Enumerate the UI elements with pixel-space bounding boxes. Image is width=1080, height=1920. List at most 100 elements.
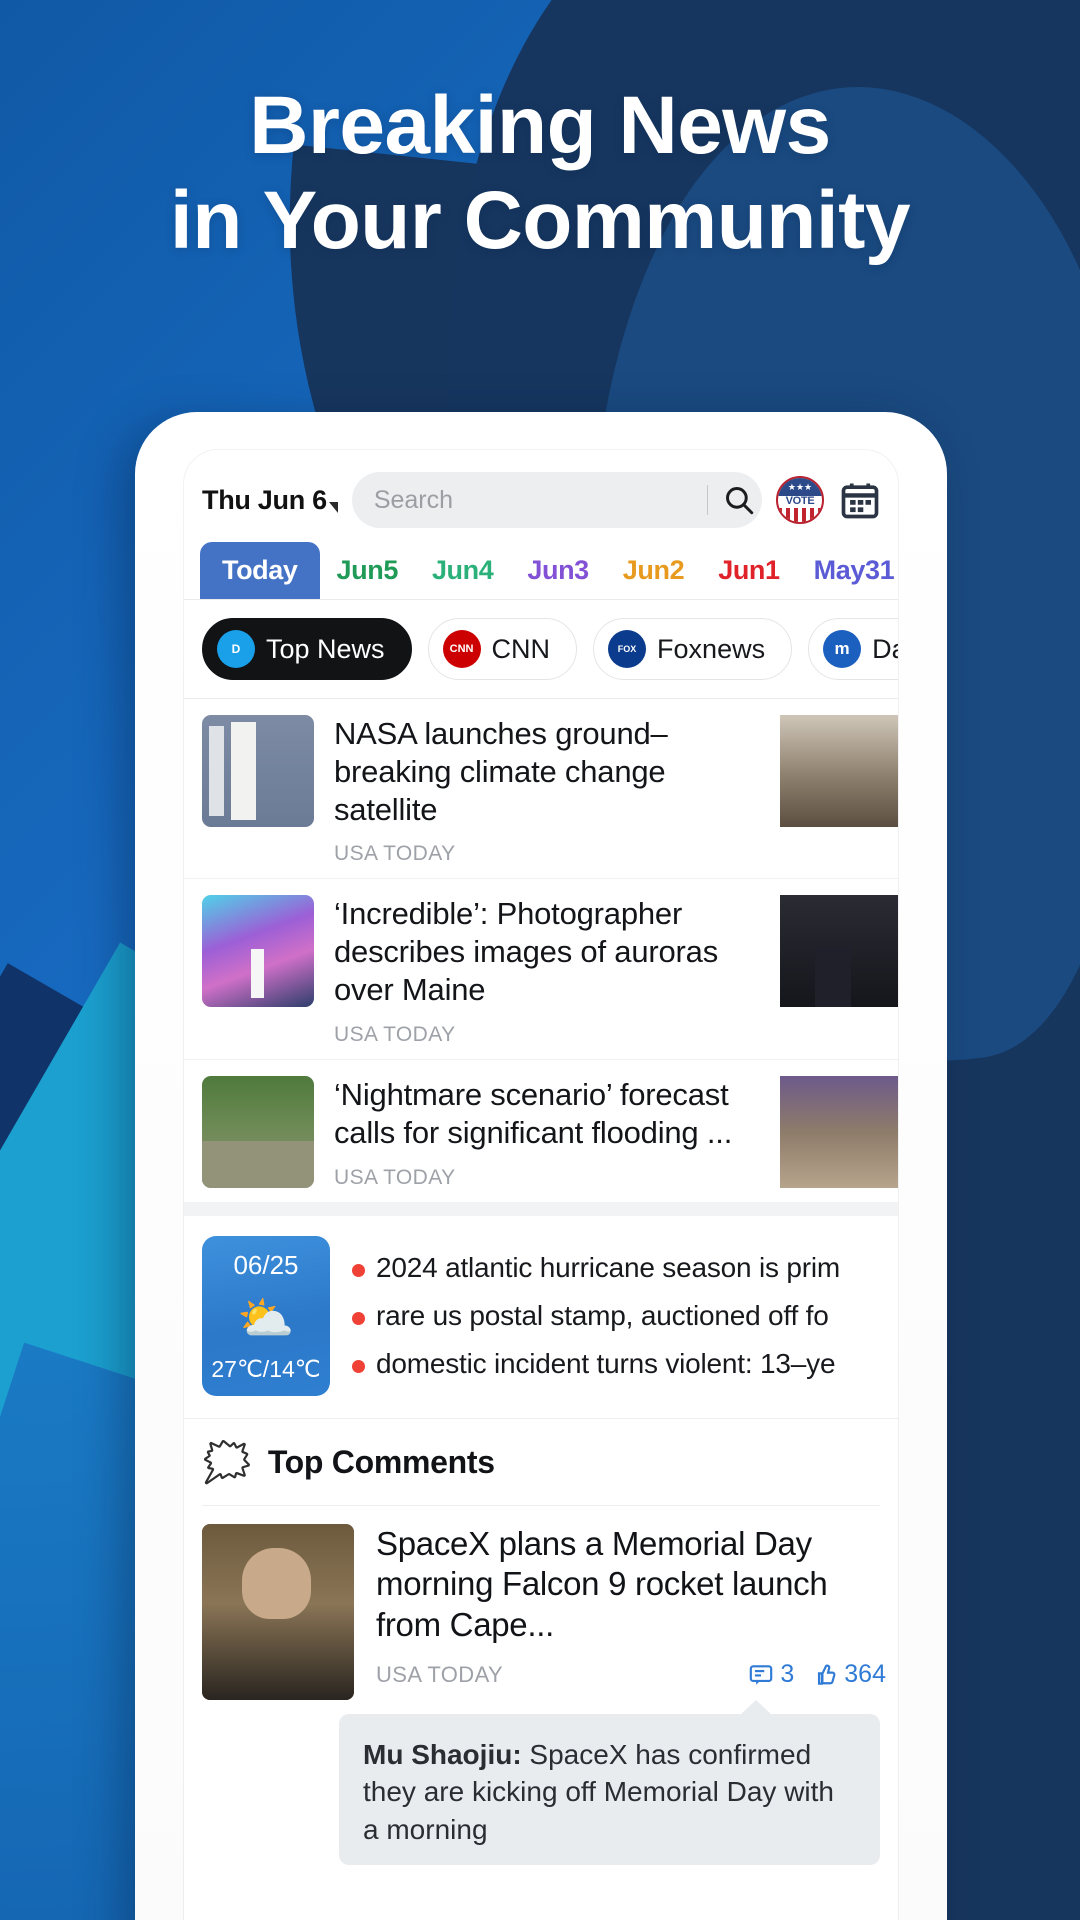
hero-headline: Breaking News in Your Community (0, 78, 1080, 268)
top-comment-quote[interactable]: Mu Shaojiu: SpaceX has confirmed they ar… (339, 1699, 880, 1865)
weather-headline-item[interactable]: rare us postal stamp, auctioned off fo (352, 1292, 898, 1340)
search-input[interactable]: Search (374, 486, 703, 515)
comment-article-title: SpaceX plans a Memorial Day morning Falc… (376, 1524, 828, 1644)
date-tab-jun1[interactable]: Jun1 (701, 544, 796, 597)
flooded-street-photo (202, 1075, 314, 1188)
speech-bubble-flame-icon: 🗯️ (202, 1440, 252, 1485)
source-chip-foxnews[interactable]: FOX Foxnews (593, 618, 793, 680)
date-tab-may31[interactable]: May31 (797, 544, 898, 597)
news-item[interactable]: ‘Incredible’: Photographer describes ima… (184, 878, 898, 1058)
source-chip-top-news[interactable]: D Top News (202, 618, 412, 680)
news-side-thumbnail (780, 895, 898, 1008)
date-selector-button[interactable]: Thu Jun 6 (202, 485, 338, 516)
app-screen: Thu Jun 6 Search ★★★ VOTE Today Jun5 Jun… (184, 450, 898, 1920)
weather-headline-list: 2024 atlantic hurricane season is prim ra… (352, 1244, 898, 1388)
comment-author: Mu Shaojiu: (363, 1738, 522, 1770)
section-divider-band (184, 1201, 898, 1216)
thumbs-up-icon (818, 1664, 836, 1685)
news-body: NASA launches ground–breaking climate ch… (334, 715, 760, 866)
vote-badge-top: ★★★ (778, 478, 822, 497)
weather-temperature: 27℃/14℃ (211, 1355, 321, 1382)
news-source: USA TODAY (334, 1165, 456, 1189)
calendar-icon[interactable] (838, 478, 882, 522)
search-divider (707, 485, 708, 515)
sun-behind-cloud-icon: ⛅ (237, 1292, 295, 1344)
source-chip-daily-m[interactable]: m Daily M (808, 618, 898, 680)
date-tab-jun4[interactable]: Jun4 (415, 544, 510, 597)
app-topbar: Thu Jun 6 Search ★★★ VOTE (184, 450, 898, 538)
phone-mockup: Thu Jun 6 Search ★★★ VOTE Today Jun5 Jun… (135, 412, 947, 1920)
search-bar[interactable]: Search (351, 472, 762, 528)
cnn-logo-icon: CNN (442, 630, 481, 668)
top-comments-header: 🗯️ Top Comments (184, 1419, 898, 1505)
top-comments-title: Top Comments (267, 1444, 495, 1480)
weather-card[interactable]: 06/25 ⛅ 27℃/14℃ (202, 1235, 330, 1396)
top-comment-article[interactable]: SpaceX plans a Memorial Day morning Falc… (184, 1506, 898, 1700)
news-item[interactable]: ‘Nightmare scenario’ forecast calls for … (184, 1058, 898, 1202)
date-selector-label: Thu Jun 6 (202, 484, 327, 515)
vote-badge-label: VOTE (785, 494, 815, 507)
source-chip-label: CNN (491, 633, 551, 664)
weather-headline-item[interactable]: 2024 atlantic hurricane season is prim (352, 1244, 898, 1292)
comment-count: 3 (780, 1660, 795, 1689)
comment-article-stats: 3 364 (748, 1660, 886, 1689)
woman-testifying-photo (202, 1523, 354, 1700)
comment-article-meta: USA TODAY 3 364 (376, 1660, 886, 1689)
weather-headline-text: domestic incident turns violent: 13–ye (376, 1347, 836, 1379)
news-thumbnail (202, 715, 314, 827)
weather-headline-text: 2024 atlantic hurricane season is prim (376, 1251, 840, 1283)
source-chip-label: Foxnews (657, 633, 766, 664)
news-item[interactable]: NASA launches ground–breaking climate ch… (184, 699, 898, 878)
weather-headline-item[interactable]: domestic incident turns violent: 13–ye (352, 1340, 898, 1388)
search-icon[interactable] (722, 483, 756, 517)
news-thumbnail (202, 1075, 314, 1188)
comment-icon (750, 1664, 773, 1685)
hero-line-2: in Your Community (169, 175, 911, 267)
source-chip-label: Top News (266, 633, 385, 664)
bullet-dot-icon (352, 1263, 365, 1277)
news-side-thumbnail (780, 715, 898, 827)
aurora-lighthouse-photo (202, 895, 314, 1008)
football-players-photo (780, 1075, 898, 1188)
news-source: USA TODAY (334, 1022, 456, 1046)
rocket-launch-photo (202, 715, 314, 827)
bullet-dot-icon (352, 1359, 365, 1373)
news-body: ‘Nightmare scenario’ forecast calls for … (334, 1076, 760, 1190)
date-tab-jun3[interactable]: Jun3 (510, 544, 605, 597)
weather-headlines-section: 06/25 ⛅ 27℃/14℃ 2024 atlantic hurricane … (184, 1216, 898, 1419)
date-tab-today[interactable]: Today (200, 542, 320, 599)
like-count-stat[interactable]: 364 (812, 1660, 886, 1689)
weather-headline-text: rare us postal stamp, auctioned off fo (376, 1299, 829, 1331)
foxnews-logo-icon: FOX (608, 630, 647, 668)
news-side-thumbnail (780, 1075, 898, 1188)
comment-article-source: USA TODAY (376, 1661, 504, 1687)
date-tab-jun2[interactable]: Jun2 (606, 544, 701, 597)
news-body: ‘Incredible’: Photographer describes ima… (334, 895, 760, 1046)
vote-badge-stripes (778, 507, 822, 522)
like-count: 364 (844, 1660, 886, 1689)
vote-badge-icon[interactable]: ★★★ VOTE (776, 476, 824, 524)
date-tabs: Today Jun5 Jun4 Jun3 Jun2 Jun1 May31 (184, 538, 898, 600)
vote-stars: ★★★ (787, 481, 813, 492)
source-chip-label: Daily M (872, 633, 898, 664)
comment-article-thumbnail (202, 1523, 354, 1700)
bullet-dot-icon (352, 1311, 365, 1325)
news-title: ‘Incredible’: Photographer describes ima… (334, 896, 719, 1008)
hero-line-1: Breaking News (249, 80, 831, 171)
news-title: ‘Nightmare scenario’ forecast calls for … (334, 1076, 733, 1150)
dailymail-logo-icon: m (823, 630, 862, 668)
chevron-down-icon (328, 501, 338, 513)
weather-date: 06/25 (233, 1249, 299, 1280)
red-carpet-photo (780, 895, 898, 1008)
date-tab-jun5[interactable]: Jun5 (320, 544, 415, 597)
news-title: NASA launches ground–breaking climate ch… (334, 716, 668, 827)
topnews-logo-icon: D (217, 630, 255, 668)
comment-count-stat[interactable]: 3 (748, 1660, 794, 1689)
source-filter-chips: D Top News CNN CNN FOX Foxnews m Daily M (184, 600, 898, 699)
news-list: NASA launches ground–breaking climate ch… (184, 699, 898, 1202)
rubble-damage-photo (780, 715, 898, 827)
source-chip-cnn[interactable]: CNN CNN (427, 618, 578, 680)
news-source: USA TODAY (334, 842, 456, 866)
comment-article-body: SpaceX plans a Memorial Day morning Falc… (376, 1524, 898, 1690)
news-thumbnail (202, 895, 314, 1008)
